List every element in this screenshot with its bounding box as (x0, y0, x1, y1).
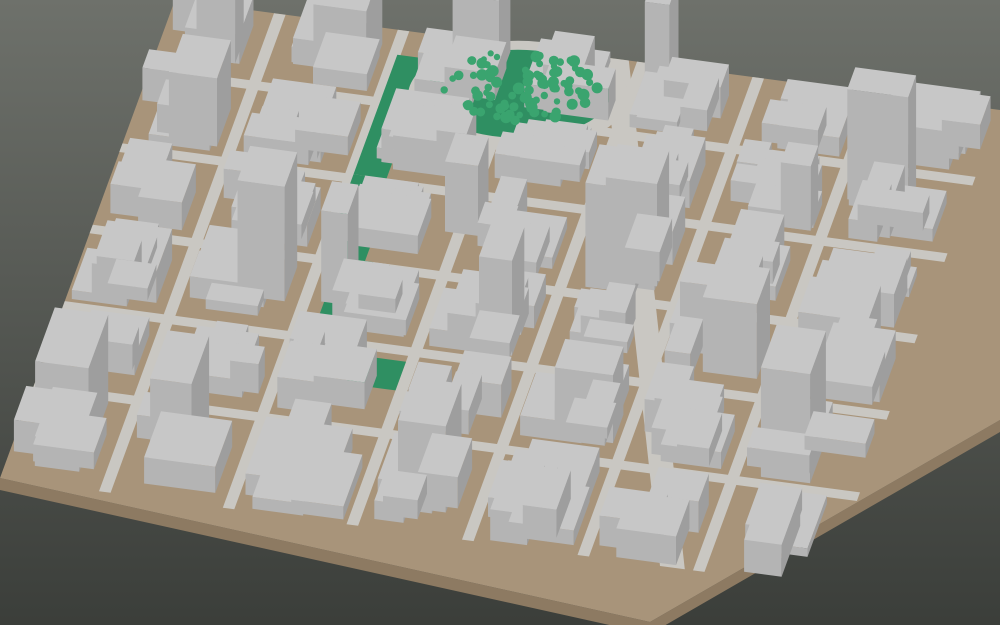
tree (548, 55, 559, 66)
tree (540, 91, 548, 100)
building (565, 397, 617, 439)
building (144, 411, 233, 493)
tree (521, 66, 529, 74)
building (313, 32, 380, 91)
tree (549, 111, 561, 123)
tree (485, 101, 493, 109)
building (168, 33, 231, 147)
building (702, 261, 770, 379)
tree (524, 85, 534, 95)
tree (476, 107, 486, 117)
tree (499, 101, 510, 111)
building (313, 342, 377, 410)
building (230, 343, 265, 394)
tree (491, 76, 503, 88)
tree (552, 85, 560, 93)
building (358, 274, 403, 314)
tree (533, 70, 541, 79)
tree (483, 61, 491, 69)
tree (508, 91, 517, 100)
tree (453, 70, 464, 81)
building (33, 409, 107, 470)
3d-viewport[interactable] (0, 0, 1000, 625)
building (616, 492, 690, 566)
building (107, 258, 157, 301)
building (941, 91, 991, 150)
tree (469, 71, 478, 79)
tree (440, 86, 448, 94)
tree (516, 87, 523, 94)
tree (487, 50, 494, 57)
tree (549, 68, 558, 77)
building (636, 93, 686, 131)
tree (539, 79, 550, 90)
building (295, 95, 361, 156)
tree (493, 53, 501, 61)
tree (536, 60, 544, 68)
tree (529, 107, 540, 118)
tree (560, 79, 568, 87)
tree (579, 97, 591, 109)
tree (541, 110, 548, 118)
tree (516, 111, 523, 119)
tree (467, 56, 477, 65)
building (804, 411, 875, 458)
building (780, 141, 819, 231)
tree (535, 52, 542, 59)
building (237, 145, 298, 302)
tree (553, 98, 561, 105)
tree (575, 87, 583, 95)
city-model-scene[interactable] (0, 0, 1000, 625)
tree (484, 83, 493, 92)
tree (493, 112, 501, 121)
tree (463, 100, 474, 111)
tree (566, 98, 578, 110)
building (349, 189, 432, 255)
building (761, 99, 827, 149)
tree (472, 90, 484, 101)
tree (568, 55, 580, 67)
tree (586, 78, 594, 86)
tree (509, 102, 519, 112)
tree (591, 82, 603, 94)
tree (500, 111, 512, 124)
